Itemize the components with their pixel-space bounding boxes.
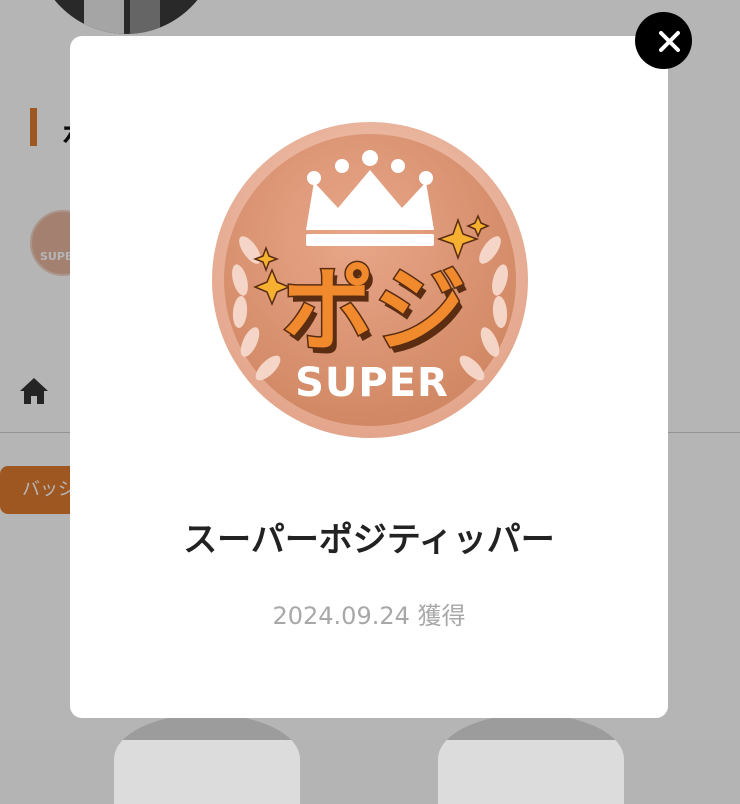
acquired-date: 2024.09.24 獲得 [272, 602, 466, 630]
badge-modal: ポジ ポジ SUPER スーパーポジティッパー 2024.09.24 獲得 [70, 36, 668, 718]
badge-logo: ポジ [282, 257, 466, 364]
close-icon [659, 31, 680, 52]
close-button[interactable] [635, 12, 692, 69]
badge-name: スーパーポジティッパー [183, 520, 555, 560]
badge-super-text: SUPER [295, 360, 449, 406]
super-positipper-badge: ポジ ポジ SUPER [212, 122, 528, 438]
